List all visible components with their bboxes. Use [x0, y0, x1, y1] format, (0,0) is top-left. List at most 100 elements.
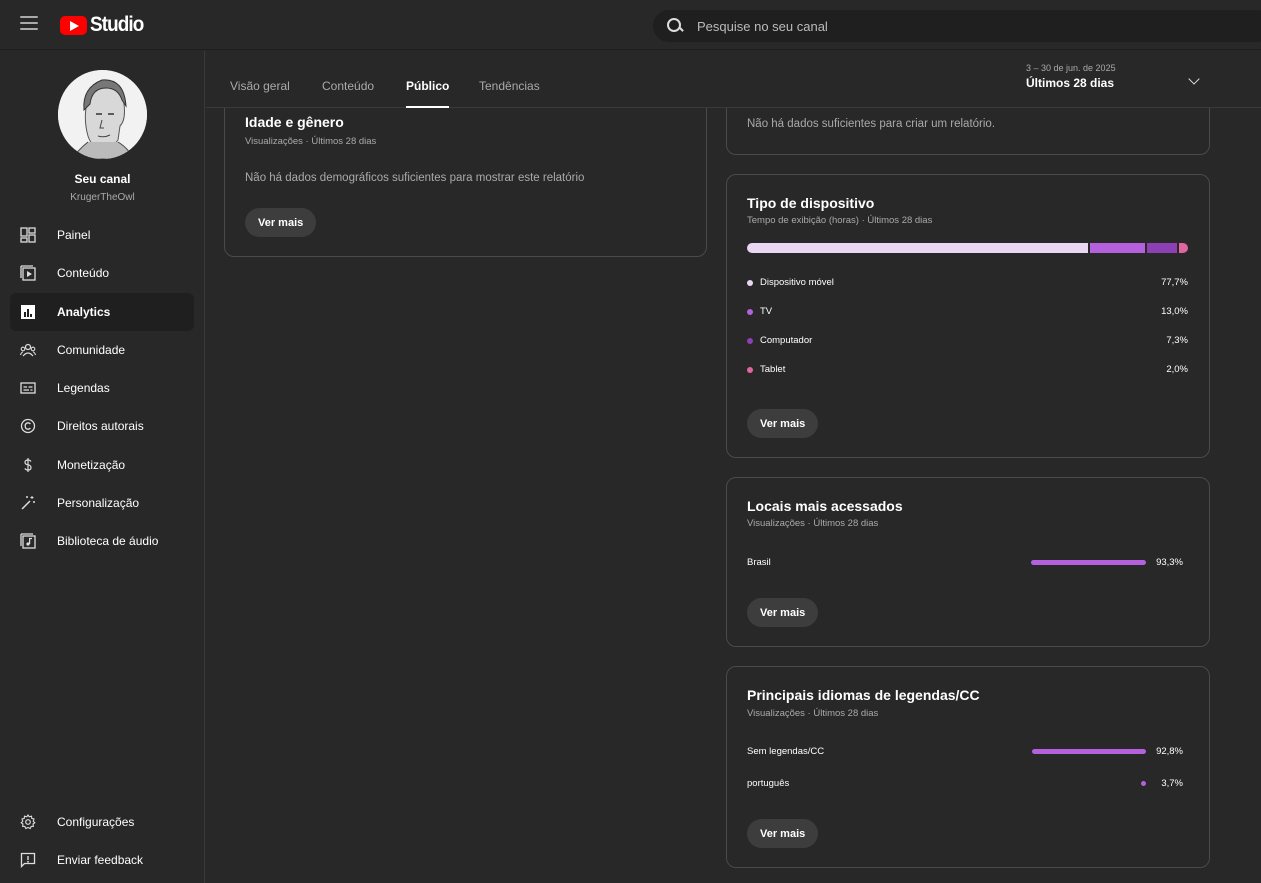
- analytics-icon: [20, 304, 36, 320]
- sidebar-item-painel[interactable]: Painel: [10, 216, 194, 254]
- card-title: Locais mais acessados: [747, 498, 903, 514]
- studio-logo[interactable]: Studio: [60, 13, 149, 37]
- legend-row: Computador 7,3%: [747, 334, 1188, 348]
- sidebar-item-label: Biblioteca de áudio: [57, 534, 159, 549]
- ver-mais-button[interactable]: Ver mais: [747, 819, 819, 848]
- device-type-card: Tipo de dispositivo Tempo de exibição (h…: [726, 174, 1210, 458]
- tab-visao-geral[interactable]: Visão geral: [230, 79, 290, 108]
- location-label: Brasil: [747, 557, 771, 568]
- legend-value: 7,3%: [1166, 335, 1188, 346]
- sidebar-item-configuracoes[interactable]: Configurações: [10, 803, 194, 841]
- card-message: Não há dados suficientes para criar um r…: [747, 118, 996, 130]
- legend-dot: [747, 309, 753, 315]
- device-bar-segment: [1179, 243, 1188, 253]
- ver-mais-button[interactable]: Ver mais: [747, 598, 819, 627]
- legend-value: 2,0%: [1166, 364, 1188, 375]
- card-subtitle: Visualizações · Últimos 28 dias: [747, 708, 879, 719]
- language-value: 92,8%: [1156, 746, 1183, 757]
- location-row: Brasil 93,3%: [747, 556, 1183, 570]
- legend-label: TV: [760, 306, 773, 317]
- card-title: Tipo de dispositivo: [747, 195, 875, 211]
- logo-text: Studio: [90, 13, 144, 36]
- device-bar-segment: [747, 243, 1090, 253]
- location-bar-track: [1023, 560, 1146, 565]
- legend-dot: [747, 367, 753, 373]
- magic-wand-icon: [20, 495, 36, 511]
- language-value: 3,7%: [1161, 778, 1183, 789]
- subtitles-icon: [20, 380, 36, 396]
- sidebar-bottom-nav: Configurações Enviar feedback: [10, 803, 194, 880]
- sidebar-item-enviar-feedback[interactable]: Enviar feedback: [10, 841, 194, 879]
- sidebar-item-label: Personalização: [57, 496, 140, 511]
- legend-dot: [747, 280, 753, 286]
- tab-conteudo[interactable]: Conteúdo: [322, 79, 374, 108]
- sidebar-item-analytics[interactable]: Analytics: [10, 292, 194, 331]
- legend-label: Computador: [760, 335, 813, 346]
- tab-publico[interactable]: Público: [406, 79, 450, 108]
- card-subtitle: Visualizações · Últimos 28 dias: [245, 136, 377, 147]
- legend-dot: [747, 338, 753, 344]
- card-subtitle: Visualizações · Últimos 28 dias: [747, 518, 879, 529]
- dashboard-icon: [20, 227, 36, 243]
- date-range-label: Últimos 28 dias: [1026, 76, 1115, 90]
- location-value: 93,3%: [1156, 557, 1183, 568]
- audio-library-icon: [20, 533, 36, 550]
- sidebar-item-label: Legendas: [57, 381, 110, 396]
- device-stacked-bar: [747, 243, 1188, 253]
- content-icon: [20, 265, 36, 281]
- language-label: português: [747, 778, 790, 789]
- channel-handle: KrugerTheOwl: [70, 192, 135, 203]
- ver-mais-button[interactable]: Ver mais: [747, 409, 819, 438]
- language-bar-fill: [1031, 749, 1146, 754]
- ver-mais-button[interactable]: Ver mais: [245, 208, 317, 237]
- feedback-icon: [20, 852, 36, 869]
- sidebar-item-direitos-autorais[interactable]: Direitos autorais: [10, 407, 194, 445]
- location-bar-fill: [1031, 560, 1146, 565]
- dollar-icon: [20, 457, 36, 473]
- language-bar-track: [1023, 781, 1146, 786]
- sidebar-item-conteudo[interactable]: Conteúdo: [10, 254, 194, 292]
- youtube-play-icon: [60, 15, 87, 35]
- top-locations-card: Locais mais acessados Visualizações · Úl…: [726, 477, 1210, 647]
- search-input[interactable]: [697, 18, 1097, 34]
- subtitle-languages-card: Principais idiomas de legendas/CC Visual…: [726, 666, 1210, 868]
- card-title: Idade e gênero: [245, 114, 344, 130]
- sidebar-item-label: Conteúdo: [57, 266, 110, 281]
- language-bar-fill: [1141, 781, 1146, 786]
- avatar-sketch-image: [58, 70, 147, 159]
- search-bar[interactable]: [653, 10, 1261, 42]
- card-subtitle: Tempo de exibição (horas) · Últimos 28 d…: [747, 215, 933, 226]
- sidebar-item-label: Configurações: [57, 815, 135, 829]
- sidebar-item-label: Enviar feedback: [57, 853, 144, 868]
- language-row: português 3,7%: [747, 777, 1183, 791]
- device-bar-segment: [1089, 243, 1147, 253]
- menu-icon[interactable]: [20, 16, 38, 30]
- legend-row: Dispositivo móvel 77,7%: [747, 276, 1188, 290]
- community-icon: [20, 342, 36, 358]
- device-bar-segment: [1146, 243, 1180, 253]
- sidebar-item-monetizacao[interactable]: Monetização: [10, 446, 194, 484]
- top-bar: Studio: [0, 0, 1261, 50]
- tab-tendencias[interactable]: Tendências: [479, 79, 540, 108]
- sidebar: Seu canal KrugerTheOwl Painel Conteúdo A…: [0, 51, 205, 883]
- language-bar-track: [1023, 749, 1146, 754]
- sidebar-item-personalizacao[interactable]: Personalização: [10, 484, 194, 522]
- card-message: Não há dados demográficos suficientes pa…: [245, 172, 585, 184]
- avatar[interactable]: [58, 70, 147, 159]
- sidebar-nav: Painel Conteúdo Analytics Comunidade Leg…: [10, 216, 194, 561]
- sidebar-item-label: Painel: [57, 228, 91, 242]
- legend-value: 77,7%: [1161, 277, 1188, 288]
- copyright-icon: [20, 418, 36, 434]
- date-range-selector[interactable]: 3 – 30 de jun. de 2025 Últimos 28 dias: [1026, 63, 1206, 90]
- channel-name: Seu canal: [74, 172, 131, 186]
- sidebar-item-comunidade[interactable]: Comunidade: [10, 331, 194, 369]
- search-icon[interactable]: [667, 18, 683, 34]
- sidebar-item-legendas[interactable]: Legendas: [10, 369, 194, 407]
- legend-value: 13,0%: [1161, 306, 1188, 317]
- language-label: Sem legendas/CC: [747, 746, 825, 757]
- sidebar-item-label: Comunidade: [57, 342, 126, 357]
- card-title: Principais idiomas de legendas/CC: [747, 687, 980, 703]
- date-range-dates: 3 – 30 de jun. de 2025: [1026, 63, 1116, 73]
- sidebar-item-biblioteca-de-audio[interactable]: Biblioteca de áudio: [10, 522, 194, 560]
- legend-row: Tablet 2,0%: [747, 363, 1188, 377]
